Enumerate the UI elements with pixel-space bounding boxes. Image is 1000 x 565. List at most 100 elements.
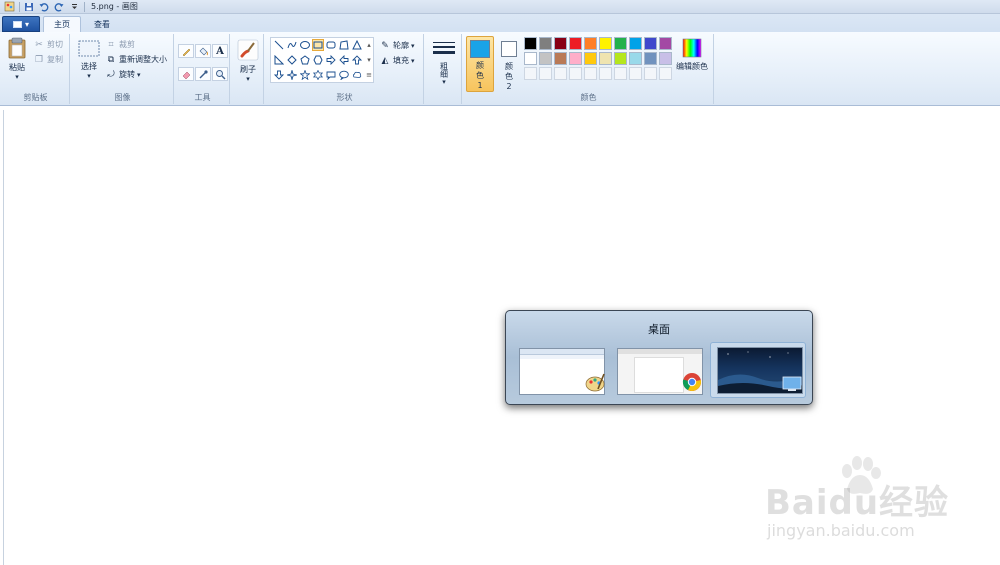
chrome-icon [682,372,702,395]
up-arrow-shape-icon[interactable] [351,54,363,66]
thumbnail-paint-window[interactable] [516,345,606,396]
oval-callout-shape-icon[interactable] [338,69,350,81]
outline-button[interactable]: ✎ 轮廓 ▾ [380,40,414,51]
color2-button[interactable]: 颜色 2 [497,36,521,92]
brush-icon [237,39,259,61]
cut-button[interactable]: ✂ 剪切 [34,39,63,50]
right-triangle-shape-icon[interactable] [273,54,285,66]
palette-swatch[interactable] [629,52,642,65]
custom-color-slot[interactable] [599,67,612,80]
custom-color-slot[interactable] [539,67,552,80]
app-menu-button[interactable]: ▾ [2,16,40,32]
rotate-button[interactable]: ⤾ 旋转 ▾ [106,69,141,80]
resize-icon: ⧉ [107,54,115,65]
left-arrow-shape-icon[interactable] [338,54,350,66]
fill-button[interactable]: ◭ 填充 ▾ [380,55,415,66]
text-tool-icon[interactable]: A [212,44,228,58]
five-point-star-shape-icon[interactable] [299,69,311,81]
copy-button[interactable]: ❐ 复制 [34,54,63,65]
pentagon-shape-icon[interactable] [299,54,311,66]
custom-color-slot[interactable] [659,67,672,80]
hexagon-shape-icon[interactable] [312,54,324,66]
magnifier-icon[interactable] [212,67,228,81]
resize-button[interactable]: ⧉ 重新调整大小 [106,54,167,65]
four-point-star-shape-icon[interactable] [286,69,298,81]
down-arrow-shape-icon[interactable] [273,69,285,81]
shapes-scroll-up-icon[interactable]: ▴ [365,39,373,51]
save-icon[interactable] [23,1,35,13]
color1-button[interactable]: 颜色 1 [466,36,494,92]
palette-swatch[interactable] [644,37,657,50]
palette-swatch[interactable] [614,37,627,50]
size-button[interactable]: 粗细 ▾ [431,40,457,86]
pencil-icon[interactable] [178,44,194,58]
tab-view[interactable]: 查看 [84,16,120,32]
right-arrow-shape-icon[interactable] [325,54,337,66]
custom-color-slot[interactable] [524,67,537,80]
qat-separator [84,1,85,12]
color-picker-icon[interactable] [195,67,211,81]
paste-button[interactable]: 粘贴 ▾ [6,36,28,81]
palette-swatch[interactable] [569,52,582,65]
palette-swatch[interactable] [599,52,612,65]
diamond-shape-icon[interactable] [286,54,298,66]
palette-swatch[interactable] [659,52,672,65]
palette-swatch[interactable] [644,52,657,65]
thumbnail-desktop[interactable] [710,342,806,398]
brushes-label: 刷子 [240,65,256,74]
rounded-rectangle-shape-icon[interactable] [325,39,337,51]
polygon-shape-icon[interactable] [338,39,350,51]
palette-swatch[interactable] [554,52,567,65]
rectangle-shape-icon[interactable] [312,39,324,51]
scissors-icon: ✂ [35,39,43,50]
custom-color-slot[interactable] [554,67,567,80]
palette-swatch[interactable] [524,37,537,50]
redo-icon[interactable] [53,1,65,13]
size-group[interactable]: 粗细 ▾ [426,34,462,104]
palette-swatch[interactable] [524,52,537,65]
palette-swatch[interactable] [539,52,552,65]
cloud-callout-shape-icon[interactable] [351,69,363,81]
line-thickness-icon [433,42,455,54]
rounded-callout-shape-icon[interactable] [325,69,337,81]
shapes-scroll-down-icon[interactable]: ▾ [365,54,373,66]
paste-label: 粘贴 [9,63,25,72]
color1-swatch [470,40,490,58]
crop-button[interactable]: ⌗ 裁剪 [106,39,135,50]
custom-color-slot[interactable] [614,67,627,80]
fill-bucket-icon[interactable] [195,44,211,58]
palette-swatch[interactable] [584,37,597,50]
edit-colors-button[interactable]: 编辑颜色 [674,38,710,72]
select-button[interactable]: 选择 ▾ [76,40,102,80]
palette-swatch[interactable] [659,37,672,50]
palette-swatch[interactable] [554,37,567,50]
tab-home[interactable]: 主页 [43,16,81,32]
custom-color-slot[interactable] [584,67,597,80]
palette-swatch[interactable] [599,37,612,50]
resize-label: 重新调整大小 [119,55,167,64]
palette-swatch[interactable] [569,37,582,50]
six-point-star-shape-icon[interactable] [312,69,324,81]
undo-icon[interactable] [38,1,50,13]
line-shape-icon[interactable] [273,39,285,51]
brushes-button[interactable]: 刷子 ▾ [235,39,261,83]
curve-shape-icon[interactable] [286,39,298,51]
custom-color-slot[interactable] [644,67,657,80]
triangle-shape-icon[interactable] [351,39,363,51]
eraser-icon[interactable] [178,67,194,81]
customize-dropdown-icon[interactable] [68,1,80,13]
shapes-more-icon[interactable]: ≡ [365,69,373,81]
palette-swatch[interactable] [629,37,642,50]
custom-color-slot[interactable] [569,67,582,80]
image-group-label: 图像 [114,93,131,102]
palette-swatch[interactable] [614,52,627,65]
custom-color-slot[interactable] [629,67,642,80]
crop-icon: ⌗ [108,39,114,50]
chevron-down-icon: ▾ [137,70,141,79]
thumbnail-chrome-window[interactable] [614,345,704,396]
palette-swatch[interactable] [539,37,552,50]
palette-swatch[interactable] [584,52,597,65]
oval-shape-icon[interactable] [299,39,311,51]
brushes-group[interactable]: 刷子 ▾ [232,34,264,104]
paint-app-icon[interactable] [3,1,15,13]
